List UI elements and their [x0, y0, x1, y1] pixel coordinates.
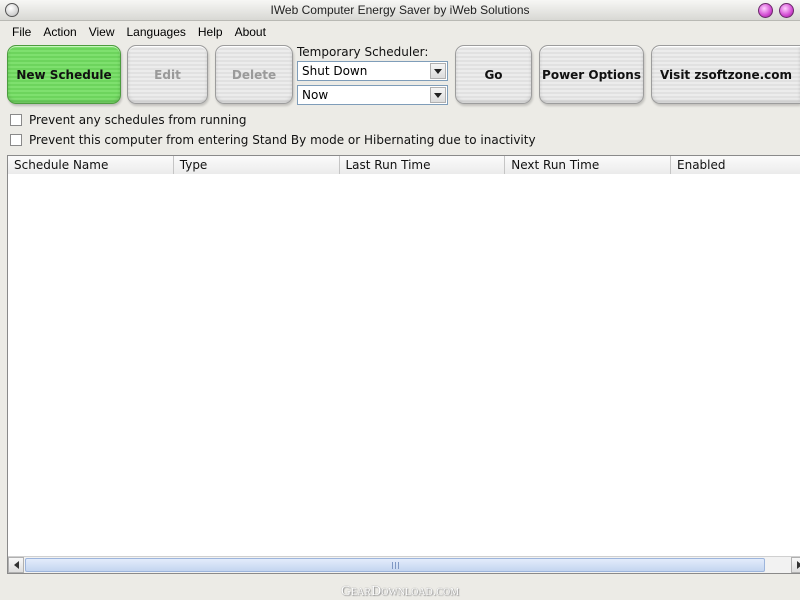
maximize-button[interactable] [779, 3, 794, 18]
delete-button[interactable]: Delete [215, 45, 293, 104]
schedule-list[interactable]: Schedule Name Type Last Run Time Next Ru… [7, 155, 800, 574]
scheduler-time-value: Now [302, 88, 329, 102]
menu-languages[interactable]: Languages [121, 25, 192, 39]
chevron-down-icon[interactable] [430, 63, 446, 79]
prevent-schedules-checkbox[interactable] [10, 114, 22, 126]
watermark: GearDownload.com [340, 584, 460, 599]
scheduler-action-select[interactable]: Shut Down [297, 61, 448, 81]
visit-website-button[interactable]: Visit zsoftzone.com [651, 45, 800, 104]
column-last-run-time[interactable]: Last Run Time [339, 156, 506, 174]
column-next-run-time[interactable]: Next Run Time [505, 156, 671, 174]
chevron-down-icon[interactable] [430, 87, 446, 103]
go-button[interactable]: Go [455, 45, 532, 104]
grip-icon [391, 561, 399, 569]
scheduler-time-select[interactable]: Now [297, 85, 448, 105]
prevent-schedules-option[interactable]: Prevent any schedules from running [10, 113, 246, 127]
menu-view[interactable]: View [83, 25, 121, 39]
prevent-standby-checkbox[interactable] [10, 134, 22, 146]
menu-about[interactable]: About [229, 25, 272, 39]
column-schedule-name[interactable]: Schedule Name [8, 156, 174, 174]
scheduler-action-value: Shut Down [302, 64, 368, 78]
prevent-schedules-label: Prevent any schedules from running [29, 113, 247, 127]
horizontal-scrollbar[interactable] [8, 556, 800, 573]
menu-help[interactable]: Help [192, 25, 229, 39]
scroll-left-icon[interactable] [8, 557, 24, 573]
title-bar: IWeb Computer Energy Saver by iWeb Solut… [0, 0, 800, 21]
column-enabled[interactable]: Enabled [671, 156, 800, 174]
window-title: IWeb Computer Energy Saver by iWeb Solut… [270, 3, 530, 17]
menu-file[interactable]: File [6, 25, 37, 39]
scroll-right-icon[interactable] [791, 557, 800, 573]
prevent-standby-label: Prevent this computer from entering Stan… [29, 133, 536, 147]
list-header: Schedule Name Type Last Run Time Next Ru… [8, 156, 800, 174]
power-options-button[interactable]: Power Options [539, 45, 644, 104]
column-type[interactable]: Type [173, 156, 340, 174]
new-schedule-button[interactable]: New Schedule [7, 45, 121, 104]
scroll-thumb[interactable] [25, 558, 765, 572]
edit-button[interactable]: Edit [127, 45, 208, 104]
prevent-standby-option[interactable]: Prevent this computer from entering Stan… [10, 133, 536, 147]
minimize-button[interactable] [758, 3, 773, 18]
menu-action[interactable]: Action [37, 25, 82, 39]
menu-bar: File Action View Languages Help About [0, 22, 800, 41]
temporary-scheduler-label: Temporary Scheduler: [297, 45, 429, 59]
